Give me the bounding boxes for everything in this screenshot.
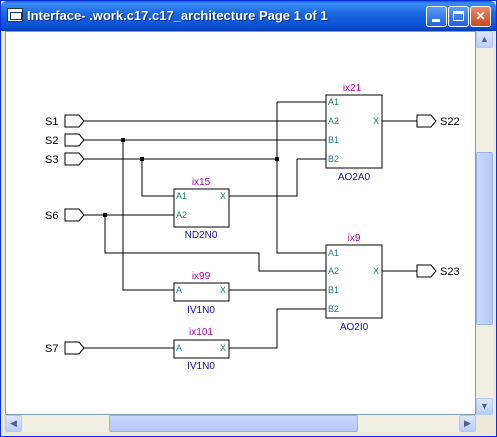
port-label-S22: S22 xyxy=(440,116,460,128)
instance-name-ix101: ix101 xyxy=(189,327,213,338)
close-button[interactable]: ✕ xyxy=(470,6,491,27)
port-S3-shape[interactable] xyxy=(64,152,85,166)
junction-dot xyxy=(140,157,144,161)
vertical-scroll-thumb[interactable] xyxy=(476,152,493,325)
arrow-left-icon: ◀ xyxy=(10,418,17,428)
scroll-right-button[interactable]: ▶ xyxy=(459,415,476,432)
close-icon: ✕ xyxy=(475,9,486,23)
maximize-button[interactable] xyxy=(448,6,469,27)
pin-label: A xyxy=(176,343,182,353)
pin-label: B2 xyxy=(328,304,339,314)
title-bar[interactable]: Interface- .work.c17.c17_architecture Pa… xyxy=(1,1,496,31)
pin-label: X xyxy=(220,191,226,201)
arrow-up-icon: ▲ xyxy=(480,34,489,44)
port-label-S7: S7 xyxy=(45,343,58,355)
port-label-S6: S6 xyxy=(45,210,58,222)
app-icon[interactable] xyxy=(7,8,23,22)
arrow-right-icon: ▶ xyxy=(464,418,471,428)
arrow-down-icon: ▼ xyxy=(480,401,489,411)
scroll-down-button[interactable]: ▼ xyxy=(476,398,493,415)
instance-name-ix21: ix21 xyxy=(343,83,362,94)
port-label-S23: S23 xyxy=(440,266,460,278)
scroll-up-button[interactable]: ▲ xyxy=(476,31,493,48)
port-S6-shape[interactable] xyxy=(64,208,85,222)
instance-name-ix9: ix9 xyxy=(348,233,361,244)
pin-label: A1 xyxy=(176,191,187,201)
port-label-S3: S3 xyxy=(45,154,58,166)
minimize-icon xyxy=(432,19,440,22)
cell-name-ix21: AO2A0 xyxy=(338,172,371,183)
scroll-left-button[interactable]: ◀ xyxy=(5,415,22,432)
pin-label: X xyxy=(373,266,379,276)
instance-name-ix15: ix15 xyxy=(192,177,211,188)
port-label-S1: S1 xyxy=(45,116,58,128)
pin-label: B1 xyxy=(328,285,339,295)
vertical-scrollbar[interactable]: ▲ ▼ xyxy=(476,31,493,415)
resize-grip[interactable] xyxy=(476,415,493,432)
pin-label: A2 xyxy=(176,210,187,220)
cell-name-ix101: IV1N0 xyxy=(187,361,215,372)
horizontal-scrollbar[interactable]: ◀ ▶ xyxy=(5,415,476,432)
junction-dot xyxy=(275,157,279,161)
pin-label: A2 xyxy=(328,116,339,126)
cell-name-ix9: AO2I0 xyxy=(340,322,369,333)
window-title: Interface- .work.c17.c17_architecture Pa… xyxy=(27,8,328,23)
pin-label: A2 xyxy=(328,266,339,276)
maximize-icon xyxy=(453,11,464,21)
port-S7-shape[interactable] xyxy=(64,341,85,355)
app-window: Interface- .work.c17.c17_architecture Pa… xyxy=(0,0,497,437)
instance-name-ix99: ix99 xyxy=(192,271,211,282)
port-label-S2: S2 xyxy=(45,135,58,147)
pin-label: X xyxy=(220,343,226,353)
schematic-canvas[interactable]: S1 S2 S3 S6 S7 S22 S23 ix21 ix15 ix9 ix9… xyxy=(5,31,476,415)
port-S22-shape[interactable] xyxy=(416,114,437,128)
schematic-diagram: S1 S2 S3 S6 S7 S22 S23 ix21 ix15 ix9 ix9… xyxy=(45,83,460,372)
minimize-button[interactable] xyxy=(426,6,447,27)
port-S23-shape[interactable] xyxy=(416,264,437,278)
pin-label: X xyxy=(373,116,379,126)
junction-dot xyxy=(103,213,107,217)
pin-label: A1 xyxy=(328,248,339,258)
horizontal-scroll-thumb[interactable] xyxy=(109,415,358,432)
wires xyxy=(64,94,437,359)
cell-name-ix15: ND2N0 xyxy=(185,230,218,241)
port-S2-shape[interactable] xyxy=(64,133,85,147)
pin-label: B1 xyxy=(328,135,339,145)
pin-label: A xyxy=(176,285,182,295)
port-S1-shape[interactable] xyxy=(64,114,85,128)
cell-name-ix99: IV1N0 xyxy=(187,305,215,316)
junction-dot xyxy=(121,138,125,142)
pin-label: A1 xyxy=(328,97,339,107)
pin-label: B2 xyxy=(328,154,339,164)
pin-label: X xyxy=(220,285,226,295)
